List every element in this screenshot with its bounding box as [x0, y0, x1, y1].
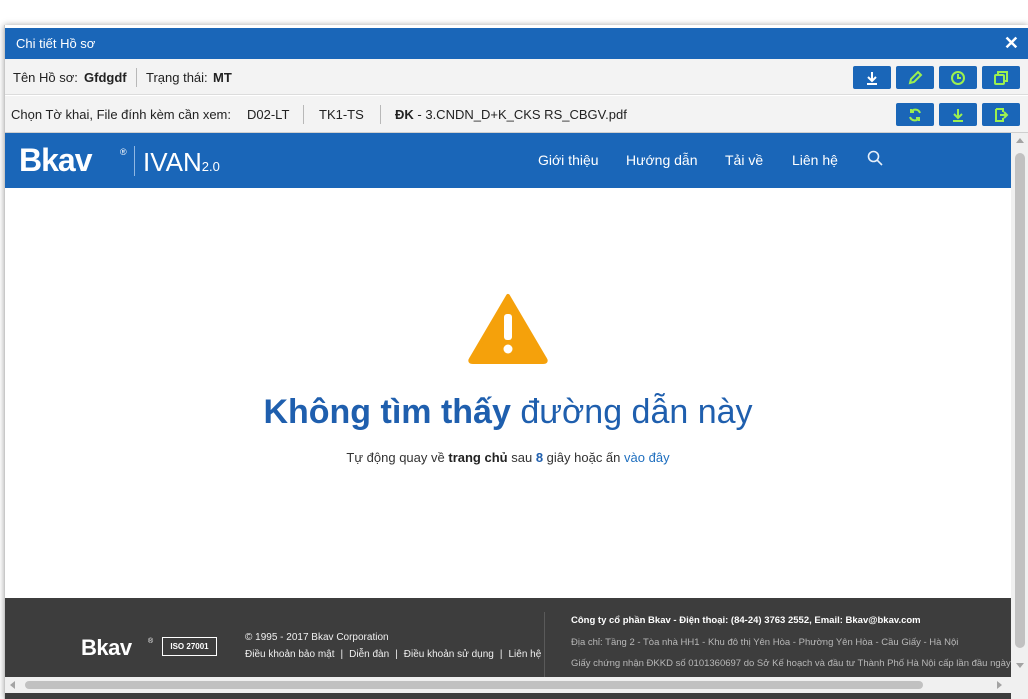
logo-divider [134, 146, 135, 176]
search-icon[interactable] [867, 150, 883, 166]
export-icon [995, 107, 1009, 122]
iso-badge: ISO 27001 [162, 637, 217, 656]
nav-item-contact[interactable]: Liên hệ [792, 152, 838, 168]
download-icon [867, 71, 877, 85]
divider [136, 68, 137, 87]
copy-button[interactable] [982, 66, 1020, 89]
status-label: Trạng thái: [146, 70, 208, 85]
download-icon [953, 108, 963, 122]
footer-link-separator: | [340, 649, 344, 660]
footer-registered-mark: ® [148, 638, 154, 645]
export-button[interactable] [982, 103, 1020, 126]
document-viewer-frame: Bkav ® IVAN2.0 Giới thiệu Hướng dẫn Tải … [5, 133, 1011, 699]
redirect-link[interactable]: vào đây [624, 450, 670, 465]
error-heading-bold: Không tìm thấy [263, 393, 511, 431]
status-value: MT [213, 70, 232, 85]
clock-icon [951, 70, 965, 85]
footer-address: Địa chỉ: Tầng 2 - Tòa nhà HH1 - Khu đô t… [571, 637, 959, 648]
refresh-icon [909, 108, 921, 121]
record-name-value: Gfdgdf [84, 70, 127, 85]
history-button[interactable] [939, 66, 977, 89]
record-info-row: Tên Hồ sơ: Gfdgdf Trạng thái: MT [5, 59, 1028, 95]
divider [303, 105, 304, 124]
redirect-mid: sau [511, 450, 533, 465]
footer-link-separator: | [395, 649, 398, 660]
footer-link-terms[interactable]: Điều khoản sử dụng [404, 649, 494, 660]
horizontal-scrollbar[interactable] [5, 677, 1011, 693]
bkav-logo[interactable]: Bkav [19, 142, 92, 179]
error-heading: Không tìm thấy đường dẫn này [5, 393, 1011, 432]
site-header: Bkav ® IVAN2.0 Giới thiệu Hướng dẫn Tải … [5, 133, 1011, 188]
file-tab-selected[interactable]: ĐK - 3.CNDN_D+K_CKS RS_CBGV.pdf [395, 107, 627, 122]
registered-mark: ® [120, 147, 127, 157]
vertical-scrollbar[interactable] [1011, 133, 1028, 699]
dialog-titlebar: Chi tiết Hồ sơ ✕ [5, 28, 1028, 59]
download-file-button[interactable] [939, 103, 977, 126]
countdown-value: 8 [535, 450, 544, 465]
footer-link-contact[interactable]: Liên hệ [508, 649, 541, 660]
redirect-message: Tự động quay về trang chủ sau 8 giây hoặ… [5, 450, 1011, 465]
vertical-scroll-thumb[interactable] [1015, 153, 1025, 648]
footer-links: Điều khoản bảo mật | Diễn đàn | Điều khoản s… [245, 649, 541, 660]
ivan-logo-text: IVAN [143, 147, 202, 177]
nav-item-about[interactable]: Giới thiệu [538, 152, 599, 168]
selected-file-prefix: ĐK [395, 107, 414, 122]
nav-item-guide[interactable]: Hướng dẫn [626, 152, 697, 168]
horizontal-scroll-thumb[interactable] [25, 681, 923, 689]
footer-link-forum[interactable]: Diễn đàn [349, 649, 389, 660]
record-detail-dialog: Chi tiết Hồ sơ ✕ Tên Hồ sơ: Gfdgdf Trạng… [4, 25, 1028, 699]
ivan-version: 2.0 [201, 159, 220, 174]
record-name-label: Tên Hồ sơ: [13, 70, 78, 85]
footer-copyright: © 1995 - 2017 Bkav Corporation [245, 632, 389, 643]
footer-link-privacy[interactable]: Điều khoản bảo mật [245, 649, 335, 660]
footer-link-separator: | [499, 649, 503, 660]
edit-icon [908, 70, 923, 84]
divider [380, 105, 381, 124]
footer-license: Giấy chứng nhận ĐKKD số 0101360697 do Sở… [571, 658, 1011, 669]
file-select-label: Chọn Tờ khai, File đính kèm cần xem: [11, 107, 231, 122]
selected-file-name: - 3.CNDN_D+K_CKS RS_CBGV.pdf [413, 107, 627, 122]
scroll-left-icon[interactable] [10, 681, 15, 689]
scroll-right-icon[interactable] [997, 681, 1002, 689]
error-heading-light: đường dẫn này [520, 393, 753, 431]
redirect-prefix: Tự động quay về [346, 450, 445, 465]
redirect-mid2: giây hoặc ấn [546, 450, 621, 465]
scroll-down-icon[interactable] [1016, 663, 1024, 668]
file-tab-d02-lt[interactable]: D02-LT [247, 107, 289, 122]
footer-bkav-logo: Bkav [81, 635, 132, 660]
error-content: Không tìm thấy đường dẫn này Tự động qua… [5, 188, 1011, 598]
nav-item-download[interactable]: Tải về [725, 152, 763, 168]
redirect-home: trang chủ [448, 450, 508, 465]
ivan-logo[interactable]: IVAN2.0 [143, 147, 220, 178]
dialog-title: Chi tiết Hồ sơ [16, 36, 96, 51]
download-button[interactable] [853, 66, 891, 89]
edit-button[interactable] [896, 66, 934, 89]
copy-icon [994, 70, 1008, 85]
file-select-row: Chọn Tờ khai, File đính kèm cần xem: D02… [5, 96, 1028, 133]
scroll-up-icon[interactable] [1016, 138, 1024, 143]
refresh-button[interactable] [896, 103, 934, 126]
close-icon[interactable]: ✕ [1004, 33, 1019, 53]
file-tab-tk1-ts[interactable]: TK1-TS [319, 107, 364, 122]
warning-icon [468, 294, 548, 364]
footer-company: Công ty cổ phần Bkav - Điện thoại: (84-2… [571, 615, 921, 626]
